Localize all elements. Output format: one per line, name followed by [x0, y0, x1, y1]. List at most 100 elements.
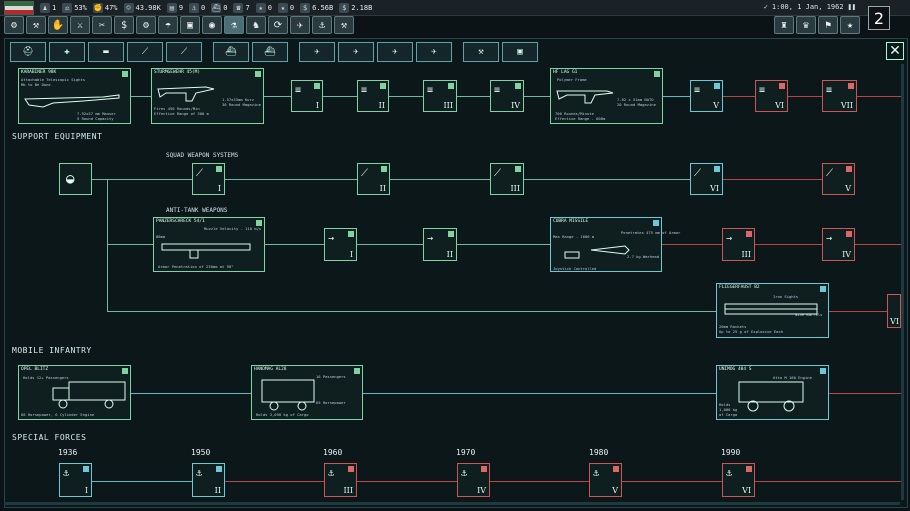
air-icon[interactable]: ✈: [290, 16, 310, 34]
tech-hanomag[interactable]: HANOMAG AL28 16 Passengers Holds 3,090 k…: [251, 365, 363, 420]
tech-special-4[interactable]: ⚓ IV: [457, 463, 490, 497]
pause-icon[interactable]: ❚❚: [848, 3, 856, 11]
section-special: SPECIAL FORCES: [12, 433, 87, 442]
tab-air-2[interactable]: ✈: [338, 42, 374, 62]
tech-hk[interactable]: HF LAG G1 Polymer Frame 7.62 x 51mm NATO…: [550, 68, 663, 124]
tech-squad-6[interactable]: ⟋ VI: [690, 163, 723, 195]
anchor-icon: ⚓: [726, 468, 733, 479]
science-flask-icon[interactable]: ⚗: [224, 16, 244, 34]
tech-squad-5[interactable]: ⟋ V: [822, 163, 855, 195]
tech-small-rifle-6[interactable]: ≡ VI: [755, 80, 788, 112]
tech-level: II: [214, 486, 221, 495]
tab-armor[interactable]: ▬: [88, 42, 124, 62]
close-icon[interactable]: ✕: [886, 42, 904, 60]
tab-air-3[interactable]: ✈: [377, 42, 413, 62]
tech-karabiner[interactable]: KARABINER 98K Attachable Telescopic Sigh…: [18, 68, 131, 124]
tab-infantry-support[interactable]: ✚: [49, 42, 85, 62]
tech-title: STURMGEWEHR 45(M): [154, 70, 201, 75]
tech-squad-3[interactable]: ⟋ III: [490, 163, 524, 195]
tech-at-4[interactable]: → IV: [822, 228, 855, 261]
tech-sturmgewehr[interactable]: STURMGEWEHR 45(M) 1.57x33mm Kurz 30 Roun…: [151, 68, 264, 124]
star-button-icon[interactable]: ★: [840, 16, 860, 34]
horizontal-scrollbar[interactable]: [4, 502, 900, 505]
tab-antiair[interactable]: ⟋: [166, 42, 202, 62]
tech-desc: 65 Horsepower: [316, 400, 346, 405]
tech-special-2[interactable]: ⚓ II: [192, 463, 225, 497]
tech-desc: Effective Range - 600m: [555, 116, 606, 121]
tab-naval-1[interactable]: ⛴: [213, 42, 249, 62]
tech-small-rifle-2[interactable]: ≡ II: [357, 80, 389, 112]
trade-icon[interactable]: ⚔: [70, 16, 90, 34]
tech-cobra[interactable]: COBRA MISSILE Max Range - 1600 m Penetra…: [550, 217, 680, 272]
category-tabs: ⛑ ✚ ▬ ⟋ ⟋ ⛴ ⛴ ✈ ✈ ✈ ✈ ⚒ ▣: [10, 42, 538, 62]
tech-small-rifle-7[interactable]: ≡ VII: [822, 80, 857, 112]
game-speed[interactable]: 2: [868, 6, 890, 30]
tab-infantry-helmet[interactable]: ⛑: [10, 42, 46, 62]
tab-artillery[interactable]: ⟋: [127, 42, 163, 62]
stability-value: 53%: [74, 3, 87, 12]
tech-desc: Penetrates 475 mm of Armor: [621, 230, 681, 235]
research-icon[interactable]: ☂: [158, 16, 178, 34]
date-text: 1:00, 1 Jan, 1962: [771, 3, 844, 11]
tab-electronics[interactable]: ▣: [502, 42, 538, 62]
mortar-icon: ⟋: [494, 168, 501, 179]
tech-at-3[interactable]: → III: [722, 228, 755, 261]
ammo-icon: ≡: [759, 85, 766, 96]
tech-special-3[interactable]: ⚓ III: [324, 463, 357, 497]
intel-icon[interactable]: ◉: [202, 16, 222, 34]
tab-industry[interactable]: ⚒: [463, 42, 499, 62]
army-icon[interactable]: ♞: [246, 16, 266, 34]
tech-at-1[interactable]: → I: [324, 228, 357, 261]
construction-icon[interactable]: ⚒: [334, 16, 354, 34]
tech-at-2[interactable]: → II: [423, 228, 457, 261]
section-support: SUPPORT EQUIPMENT: [12, 132, 103, 141]
production-icon[interactable]: ⚙: [136, 16, 156, 34]
economy-icon[interactable]: $: [114, 16, 134, 34]
tech-small-rifle-3[interactable]: ≡ III: [423, 80, 457, 112]
government-icon[interactable]: ⚙: [4, 16, 24, 34]
tech-level: III: [741, 250, 751, 259]
tab-air-1[interactable]: ✈: [299, 42, 335, 62]
naval-icon[interactable]: ⚓: [312, 16, 332, 34]
tech-aa-next[interactable]: VI: [887, 294, 901, 328]
country-flag[interactable]: [4, 0, 34, 15]
tech-small-rifle-1[interactable]: ≡ I: [291, 80, 323, 112]
tech-squad-2[interactable]: ⟋ II: [357, 163, 390, 195]
tech-small-rifle-4[interactable]: ≡ IV: [490, 80, 524, 112]
tech-desc: Up to 25 g of Explosive Each: [719, 329, 784, 334]
researched-icon: [820, 368, 826, 374]
rocket-icon: →: [726, 233, 733, 244]
tech-small-rifle-5[interactable]: ≡ V: [690, 80, 723, 112]
war-support-icon: ✊: [92, 2, 103, 13]
section-mobile: MOBILE INFANTRY: [12, 346, 92, 355]
tools-icon[interactable]: ✂: [92, 16, 112, 34]
locked-icon: [846, 166, 852, 172]
tab-air-4[interactable]: ✈: [416, 42, 452, 62]
tech-support-helmet[interactable]: ◒: [59, 163, 92, 195]
tech-opel[interactable]: OPEL BLITZ Holds 12+ Passengers 68 Horse…: [18, 365, 131, 420]
connector: [363, 393, 718, 394]
decisions-icon[interactable]: ▣: [180, 16, 200, 34]
ammo-icon: ≡: [694, 85, 701, 96]
diplomacy-icon[interactable]: ✋: [48, 16, 68, 34]
tech-special-5[interactable]: ⚓ V: [589, 463, 622, 497]
gavel-icon[interactable]: ⚒: [26, 16, 46, 34]
helmet-icon: ⛑: [22, 47, 34, 57]
tech-panzerschreck[interactable]: PANZERSCHRECK 54/1 Muzzle Velocity - 110…: [153, 217, 265, 272]
vertical-scrollbar[interactable]: [901, 64, 904, 500]
tech-special-6[interactable]: ⚓ VI: [722, 463, 755, 497]
tech-title: FLIEGERFAUST B2: [719, 285, 760, 290]
locked-icon: [746, 466, 752, 472]
date-display[interactable]: ✓ 1:00, 1 Jan, 1962 ❚❚: [759, 0, 860, 14]
tech-fliegerfaust[interactable]: FLIEGERFAUST B2 Iron Sights Nine Barrels…: [716, 283, 829, 338]
tab-naval-2[interactable]: ⛴: [252, 42, 288, 62]
tech-unimog[interactable]: UNIMOG 404 S Otto M 180 Engine Holds 1,0…: [716, 365, 829, 420]
tech-level: V: [612, 486, 618, 495]
medal-icon[interactable]: ♛: [796, 16, 816, 34]
soldier-icon[interactable]: ♜: [774, 16, 794, 34]
tech-special-1[interactable]: ⚓ I: [59, 463, 92, 497]
convoy-icon: ⛴: [211, 2, 222, 13]
tech-squad-1[interactable]: ⟋ I: [192, 163, 225, 195]
flag-icon[interactable]: ⚑: [818, 16, 838, 34]
logistics-icon[interactable]: ⟳: [268, 16, 288, 34]
